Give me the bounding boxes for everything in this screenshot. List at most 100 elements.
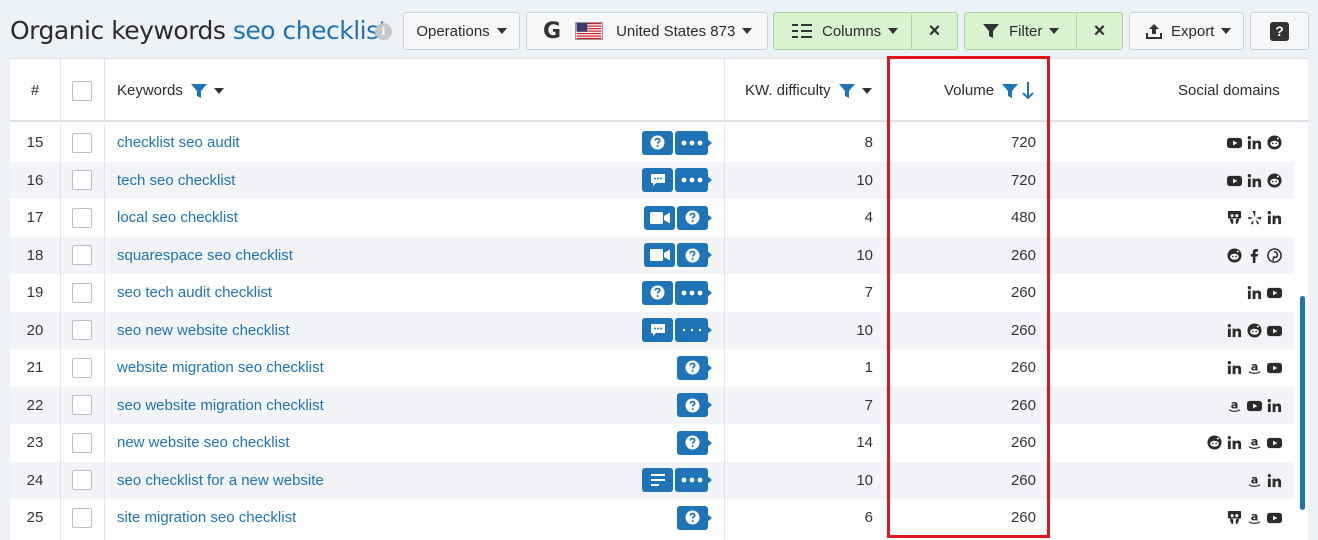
row-checkbox[interactable] [72,207,92,228]
youtube-icon[interactable] [1267,285,1282,300]
reddit-icon[interactable] [1247,323,1262,338]
question-icon[interactable] [642,280,673,305]
caret-right-icon[interactable] [705,362,712,373]
header-kw-difficulty[interactable]: KW. difficulty [745,59,872,122]
filter-icon[interactable] [190,83,207,99]
linkedin-icon[interactable] [1267,398,1282,413]
row-checkbox[interactable] [72,282,92,303]
slideshare-icon[interactable] [1227,510,1242,525]
filter-icon[interactable] [838,83,855,99]
database-selector[interactable]: G United States 873 [526,12,768,50]
amazon-icon[interactable]: a [1247,510,1262,525]
caret-right-icon[interactable] [705,175,712,186]
keyword-link[interactable]: website migration seo checklist [117,349,324,387]
social-domains: a [1160,462,1282,500]
pinterest-icon[interactable] [1267,247,1282,263]
caret-right-icon[interactable] [705,437,712,448]
youtube-icon[interactable] [1267,435,1282,450]
columns-button[interactable]: Columns [774,13,899,49]
filter-icon[interactable] [1002,83,1019,99]
yelp-icon[interactable] [1247,210,1262,225]
row-checkbox[interactable] [72,470,92,491]
amazon-icon[interactable]: a [1247,473,1262,488]
caret-right-icon[interactable] [705,475,712,486]
keyword-link[interactable]: seo new website checklist [117,312,290,350]
linkedin-icon[interactable] [1247,285,1262,300]
google-icon: G [543,18,562,44]
keyword-link[interactable]: site migration seo checklist [117,499,296,537]
row-checkbox[interactable] [72,395,92,416]
row-checkbox[interactable] [72,320,92,341]
youtube-icon[interactable] [1227,135,1242,150]
keyword-link[interactable]: local seo checklist [117,199,238,237]
header-volume[interactable]: Volume [944,59,1034,122]
row-checkbox[interactable] [72,245,92,266]
header-keywords[interactable]: Keywords [117,59,224,122]
linkedin-icon[interactable] [1267,210,1282,225]
reddit-icon[interactable] [1227,248,1242,263]
caret-right-icon[interactable] [705,287,712,298]
table-row: 17 local seo checklist 4 480 [10,199,1294,237]
facebook-icon[interactable] [1247,248,1262,263]
text-lines-icon[interactable] [642,468,673,493]
youtube-icon[interactable] [1227,173,1242,188]
help-button[interactable]: ? [1250,12,1309,50]
vertical-scrollbar[interactable] [1297,123,1308,540]
linkedin-icon[interactable] [1227,435,1242,450]
slideshare-icon[interactable] [1227,210,1242,225]
question-icon[interactable] [642,130,673,155]
caret-right-icon[interactable] [705,325,712,336]
filter-clear-close-icon[interactable]: × [1076,13,1122,49]
comment-icon[interactable] [642,318,673,343]
video-icon[interactable] [644,205,675,230]
select-all-checkbox[interactable] [72,80,92,101]
linkedin-icon[interactable] [1247,173,1262,188]
caret-right-icon[interactable] [705,137,712,148]
chevron-down-icon[interactable] [213,87,224,94]
amazon-icon[interactable]: a [1227,398,1242,413]
header-volume-label: Volume [944,82,995,99]
reddit-icon[interactable] [1267,173,1282,188]
caret-right-icon[interactable] [705,250,712,261]
operations-button[interactable]: Operations [403,12,520,50]
keyword-link[interactable]: new website seo checklist [117,424,290,462]
youtube-icon[interactable] [1247,398,1262,413]
kw-difficulty-value: 7 [864,284,873,302]
keyword-link[interactable]: seo tech audit checklist [117,274,272,312]
row-checkbox[interactable] [72,507,92,528]
sort-descending-arrow-icon[interactable] [1022,81,1034,100]
video-icon[interactable] [644,243,675,268]
youtube-icon[interactable] [1267,360,1282,375]
row-checkbox[interactable] [72,170,92,191]
keyword-link[interactable]: squarespace seo checklist [117,237,293,275]
row-checkbox[interactable] [72,432,92,453]
keyword-link[interactable]: tech seo checklist [117,162,235,200]
caret-right-icon[interactable] [705,512,712,523]
amazon-icon[interactable]: a [1247,435,1262,450]
scrollbar-thumb[interactable] [1300,296,1305,510]
youtube-icon[interactable] [1267,323,1282,338]
row-checkbox[interactable] [72,132,92,153]
reddit-icon[interactable] [1267,135,1282,150]
caret-right-icon[interactable] [705,212,712,223]
linkedin-icon[interactable] [1247,135,1262,150]
linkedin-icon[interactable] [1227,360,1242,375]
keyword-link[interactable]: seo website migration checklist [117,387,324,425]
keyword-link[interactable]: checklist seo audit [117,124,240,162]
filter-button[interactable]: Filter [965,13,1060,49]
chevron-down-icon[interactable] [861,87,872,94]
row-checkbox[interactable] [72,357,92,378]
linkedin-icon[interactable] [1267,473,1282,488]
row-checkbox-cell [60,237,104,275]
linkedin-icon[interactable] [1227,323,1242,338]
reddit-icon[interactable] [1207,435,1222,450]
amazon-icon[interactable]: a [1247,360,1262,375]
info-icon[interactable]: i [375,23,392,40]
export-button[interactable]: Export [1129,12,1244,50]
columns-reset-close-icon[interactable]: × [911,13,957,49]
youtube-icon[interactable] [1267,510,1282,525]
caret-right-icon[interactable] [705,400,712,411]
page-title-query[interactable]: seo checklist [233,16,389,45]
comment-icon[interactable] [642,168,673,193]
keyword-link[interactable]: seo checklist for a new website [117,462,324,500]
